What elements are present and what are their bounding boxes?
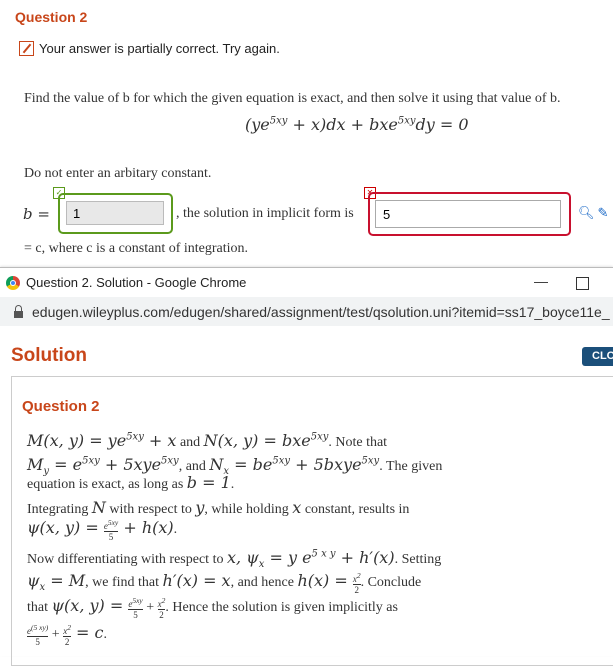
- solution-popup-window: Question 2. Solution - Google Chrome — e…: [0, 267, 613, 666]
- search-icon[interactable]: 🔍︎: [578, 205, 595, 221]
- url-text: edugen.wileyplus.com/edugen/shared/assig…: [32, 303, 610, 320]
- b-label: b =: [23, 205, 50, 223]
- solution-line-4: Integrating N with respect to y, while h…: [27, 498, 410, 517]
- solution-answer-container: [368, 192, 571, 236]
- solution-prompt: , the solution in implicit form is: [176, 206, 354, 221]
- chrome-icon: [6, 275, 20, 290]
- problem-text: Find the value of b for which the given …: [24, 91, 561, 106]
- minimize-button[interactable]: —: [534, 273, 548, 289]
- maximize-button[interactable]: [576, 277, 589, 290]
- edit-icon[interactable]: ✎: [598, 205, 609, 221]
- solution-answer-input[interactable]: [375, 200, 561, 228]
- solution-line-3: equation is exact, as long as b = 1.: [27, 473, 235, 492]
- solution-line-7: ψx = M, we find that h′(x) = x, and henc…: [27, 571, 422, 595]
- question-title: Question 2: [15, 9, 88, 25]
- solution-question-title: Question 2: [22, 398, 100, 415]
- constant-note: = c, where c is a constant of integratio…: [24, 241, 249, 256]
- problem-equation: (ye5xy + x)dx + bxe5xydy = 0: [245, 115, 469, 134]
- solution-line-9: e(5 xy) 5 + x2 2 = c.: [27, 623, 107, 647]
- solution-heading: Solution: [11, 345, 87, 366]
- close-button[interactable]: CLO: [582, 347, 613, 366]
- instruction-note: Do not enter an arbitary constant.: [24, 166, 212, 181]
- window-title: Question 2. Solution - Google Chrome: [26, 275, 247, 290]
- solution-line-6: Now differentiating with respect to x, ψ…: [27, 548, 442, 571]
- window-titlebar: Question 2. Solution - Google Chrome —: [0, 268, 613, 298]
- solution-line-1: M(x, y) = ye5xy + x and N(x, y) = bxe5xy…: [27, 431, 388, 450]
- lock-icon: [14, 305, 23, 318]
- partial-correct-icon: [19, 41, 34, 56]
- address-bar[interactable]: edugen.wileyplus.com/edugen/shared/assig…: [0, 297, 613, 326]
- feedback-text: Your answer is partially correct. Try ag…: [39, 41, 280, 56]
- solution-line-5: ψ(x, y) = e5xy 5 + h(x).: [27, 518, 178, 542]
- feedback-message: Your answer is partially correct. Try ag…: [19, 41, 280, 56]
- b-answer-input[interactable]: [66, 201, 164, 225]
- solution-line-8: that ψ(x, y) = e5xy 5 + x2 2. Hence the so…: [27, 596, 398, 620]
- b-answer-container: [58, 193, 173, 234]
- answer-tools: 🔍︎ ✎: [578, 205, 608, 221]
